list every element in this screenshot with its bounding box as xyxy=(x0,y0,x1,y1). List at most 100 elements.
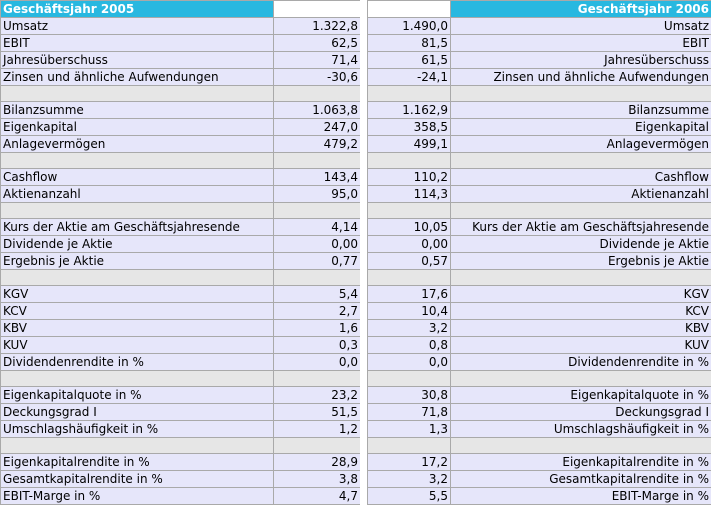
metric-label: KGV xyxy=(450,285,711,303)
metric-label: Eigenkapitalrendite in % xyxy=(0,453,274,471)
separator-row xyxy=(0,269,361,286)
value-2005: 479,2 xyxy=(273,135,361,153)
table-row: 110,2 Cashflow xyxy=(367,168,711,186)
metric-label: EBIT-Marge in % xyxy=(450,487,711,505)
value-2005: 95,0 xyxy=(273,185,361,203)
metric-label: Anlagevermögen xyxy=(0,135,274,153)
metric-label: Eigenkapitalquote in % xyxy=(0,386,274,404)
value-2006: 61,5 xyxy=(367,51,451,69)
value-2006: 1.490,0 xyxy=(367,17,451,35)
metric-label: Umsatz xyxy=(0,17,274,35)
separator-cell xyxy=(367,202,451,219)
table-row: 0,8 KUV xyxy=(367,336,711,354)
separator-row xyxy=(0,202,361,219)
metric-label: Ergebnis je Aktie xyxy=(0,252,274,270)
metric-label: Bilanzsumme xyxy=(450,101,711,119)
separator-row xyxy=(367,85,711,102)
separator-cell xyxy=(367,437,451,454)
value-2006: 10,4 xyxy=(367,302,451,320)
value-2006: 81,5 xyxy=(367,34,451,52)
metric-label: KUV xyxy=(0,336,274,354)
table-row: 81,5 EBIT xyxy=(367,34,711,52)
metric-label: Eigenkapitalrendite in % xyxy=(450,453,711,471)
table-row: Eigenkapitalquote in % 23,2 xyxy=(0,386,361,404)
table-row: Ergebnis je Aktie 0,77 xyxy=(0,252,361,270)
value-2005: 247,0 xyxy=(273,118,361,136)
separator-row xyxy=(0,370,361,387)
value-2005: 3,8 xyxy=(273,470,361,488)
metric-label: Gesamtkapitalrendite in % xyxy=(0,470,274,488)
value-2005: 1.063,8 xyxy=(273,101,361,119)
separator-row xyxy=(367,269,711,286)
header-blank-cell xyxy=(273,0,361,18)
table-row: Gesamtkapitalrendite in % 3,8 xyxy=(0,470,361,488)
table-row: 0,00 Dividende je Aktie xyxy=(367,235,711,253)
separator-cell xyxy=(450,269,711,286)
table-row: KUV 0,3 xyxy=(0,336,361,354)
table-row: 0,57 Ergebnis je Aktie xyxy=(367,252,711,270)
value-2005: 51,5 xyxy=(273,403,361,421)
table-row: Anlagevermögen 479,2 xyxy=(0,135,361,153)
metric-label: Anlagevermögen xyxy=(450,135,711,153)
table-row: Jahresüberschuss 71,4 xyxy=(0,51,361,69)
table-row: 499,1 Anlagevermögen xyxy=(367,135,711,153)
value-2006: 358,5 xyxy=(367,118,451,136)
metric-label: Gesamtkapitalrendite in % xyxy=(450,470,711,488)
metric-label: Zinsen und ähnliche Aufwendungen xyxy=(0,68,274,86)
value-2005: 23,2 xyxy=(273,386,361,404)
value-2005: 4,14 xyxy=(273,218,361,236)
metric-label: Umsatz xyxy=(450,17,711,35)
separator-cell xyxy=(450,370,711,387)
value-2005: -30,6 xyxy=(273,68,361,86)
value-2006: 71,8 xyxy=(367,403,451,421)
metric-label: Kurs der Aktie am Geschäftsjahresende xyxy=(450,218,711,236)
table-row: Zinsen und ähnliche Aufwendungen -30,6 xyxy=(0,68,361,86)
table-2005: Geschäftsjahr 2005 Umsatz 1.322,8 EBIT 62,5 J… xyxy=(0,0,361,505)
value-2006: 1.162,9 xyxy=(367,101,451,119)
separator-cell xyxy=(273,152,361,169)
value-2006: 17,6 xyxy=(367,285,451,303)
table-row: 358,5 Eigenkapital xyxy=(367,118,711,136)
metric-label: Cashflow xyxy=(0,168,274,186)
metric-label: KCV xyxy=(0,302,274,320)
value-2006: 0,0 xyxy=(367,353,451,371)
table-row: 17,2 Eigenkapitalrendite in % xyxy=(367,453,711,471)
separator-cell xyxy=(367,269,451,286)
value-2005: 0,3 xyxy=(273,336,361,354)
metric-label: Bilanzsumme xyxy=(0,101,274,119)
separator-cell xyxy=(367,370,451,387)
header-row: Geschäftsjahr 2005 xyxy=(0,0,361,18)
separator-cell xyxy=(450,152,711,169)
value-2005: 28,9 xyxy=(273,453,361,471)
table-row: EBIT 62,5 xyxy=(0,34,361,52)
metric-label: Eigenkapital xyxy=(450,118,711,136)
metric-label: Dividende je Aktie xyxy=(0,235,274,253)
separator-row xyxy=(0,152,361,169)
value-2006: 0,8 xyxy=(367,336,451,354)
value-2005: 71,4 xyxy=(273,51,361,69)
separator-row xyxy=(367,152,711,169)
metric-label: Jahresüberschuss xyxy=(0,51,274,69)
separator-cell xyxy=(0,202,274,219)
table-row: 10,05 Kurs der Aktie am Geschäftsjahresen… xyxy=(367,218,711,236)
value-2005: 0,77 xyxy=(273,252,361,270)
value-2005: 143,4 xyxy=(273,168,361,186)
metric-label: KUV xyxy=(450,336,711,354)
metric-label: Ergebnis je Aktie xyxy=(450,252,711,270)
separator-cell xyxy=(450,85,711,102)
table-row: Deckungsgrad I 51,5 xyxy=(0,403,361,421)
value-2005: 2,7 xyxy=(273,302,361,320)
separator-cell xyxy=(273,370,361,387)
table-row: 71,8 Deckungsgrad I xyxy=(367,403,711,421)
value-2005: 4,7 xyxy=(273,487,361,505)
separator-row xyxy=(367,370,711,387)
separator-cell xyxy=(273,85,361,102)
year-2006-header: Geschäftsjahr 2006 xyxy=(450,0,711,18)
value-2005: 0,0 xyxy=(273,353,361,371)
value-2006: -24,1 xyxy=(367,68,451,86)
value-2006: 10,05 xyxy=(367,218,451,236)
separator-row xyxy=(0,85,361,102)
table-row: KGV 5,4 xyxy=(0,285,361,303)
header-row: Geschäftsjahr 2006 xyxy=(367,0,711,18)
separator-cell xyxy=(273,437,361,454)
